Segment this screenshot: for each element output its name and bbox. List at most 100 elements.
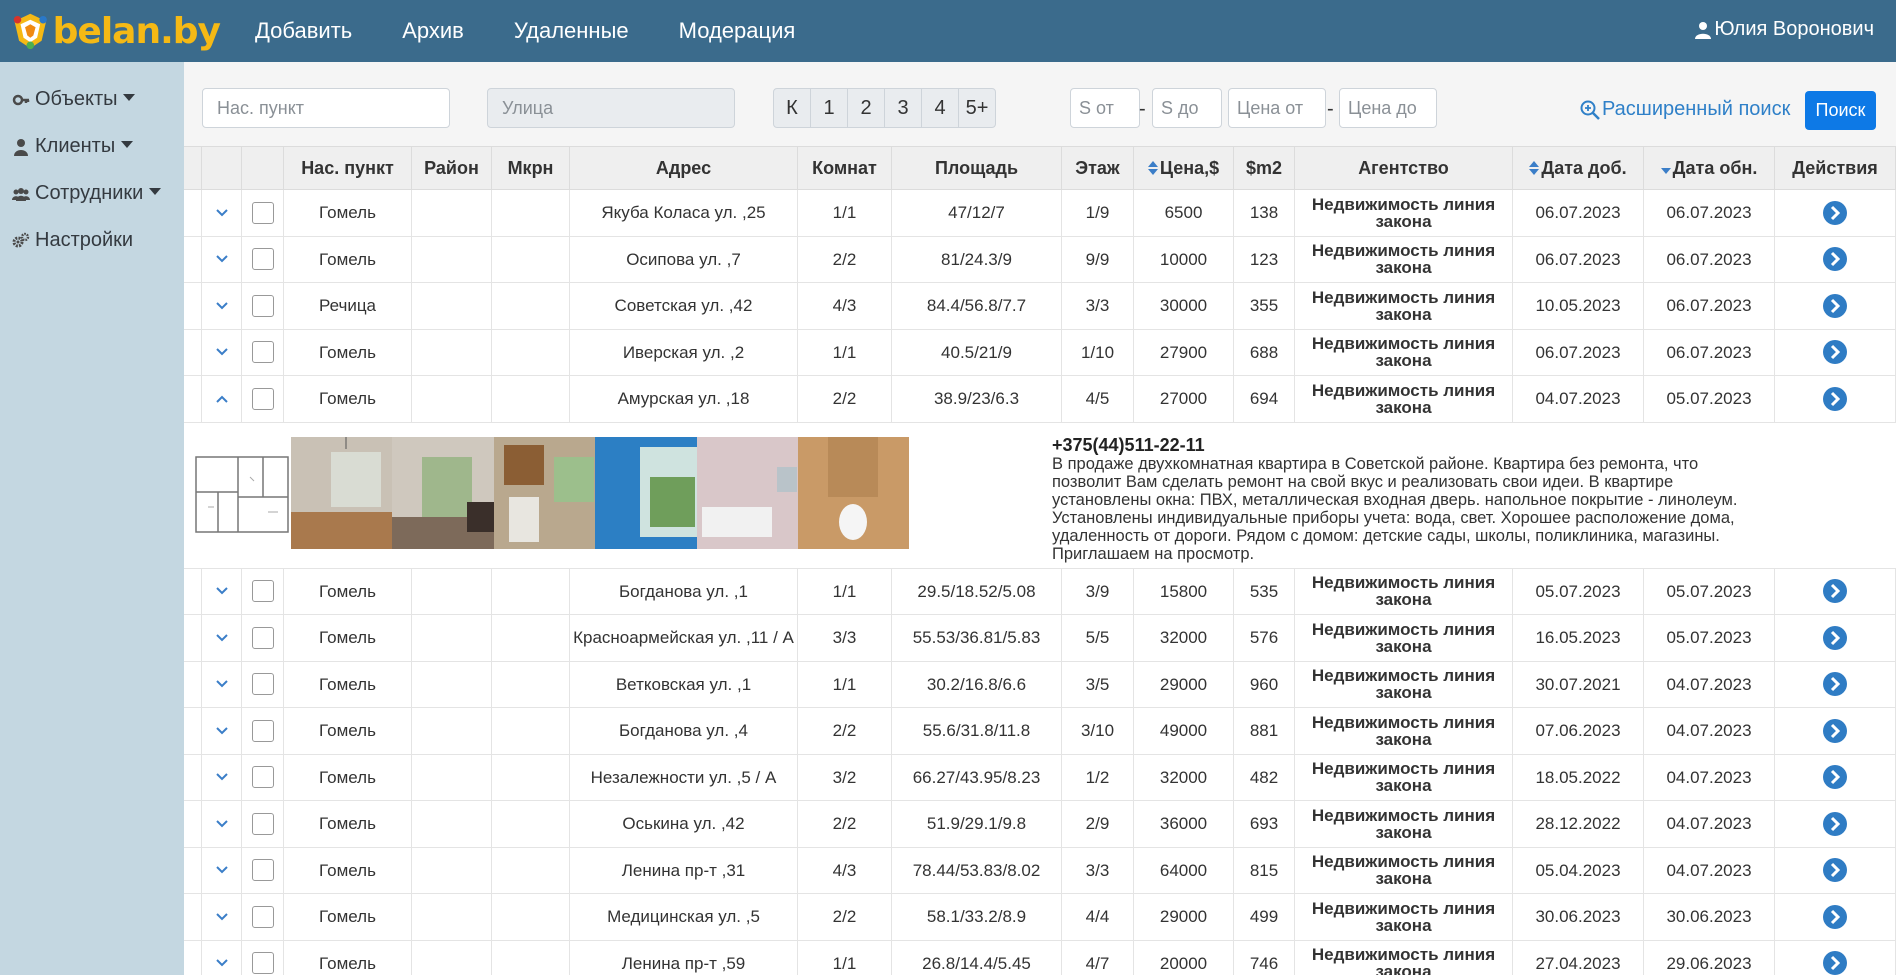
header-area[interactable]: Площадь [892,147,1062,189]
advanced-search-link[interactable]: Расширенный поиск [1580,98,1790,121]
arrow-right-circle-icon[interactable] [1822,625,1848,651]
sidebar-item-objects[interactable]: Объекты [0,76,184,123]
table-row[interactable]: Гомель Ленина пр-т ,31 4/3 78.44/53.83/8.02… [184,847,1896,894]
contact-phone[interactable]: +375(44)511-22-11 [1052,435,1752,455]
brand-logo[interactable]: belan.by [0,0,221,62]
floor-plan-image[interactable] [188,436,299,549]
bathroom-photo[interactable] [697,436,808,549]
header-district[interactable]: Район [412,147,492,189]
arrow-right-circle-icon[interactable] [1822,200,1848,226]
row-checkbox[interactable] [251,580,274,603]
row-checkbox[interactable] [251,341,274,364]
expand-toggle[interactable] [202,661,242,707]
row-checkbox[interactable] [251,626,274,649]
header-address[interactable]: Адрес [570,147,798,189]
room-photo[interactable] [392,436,503,549]
table-row[interactable]: Гомель Иверская ул. ,2 1/1 40.5/21/9 1/10 279… [184,329,1896,376]
arrow-right-circle-icon[interactable] [1822,293,1848,319]
table-row[interactable]: Гомель Якуба Коласа ул. ,25 1/1 47/12/7 1/9 6… [184,190,1896,237]
expand-toggle[interactable] [202,283,242,329]
nav-deleted[interactable]: Удаленные [514,18,629,44]
table-row[interactable]: Гомель Незалежности ул. ,5 / А 3/2 66.27/43… [184,754,1896,801]
expand-toggle[interactable] [202,801,242,847]
header-price-m2[interactable]: $m2 [1234,147,1295,189]
rooms-button-4[interactable]: 4 [921,88,959,128]
sidebar-item-employees[interactable]: Сотрудники [0,170,184,217]
row-checkbox[interactable] [251,248,274,271]
expand-toggle[interactable] [202,847,242,893]
sidebar-item-settings[interactable]: Настройки [0,217,184,264]
header-date-added[interactable]: Дата доб. [1513,147,1644,189]
nav-add[interactable]: Добавить [255,18,352,44]
expand-toggle[interactable] [202,568,242,614]
toilet-photo[interactable] [798,436,909,549]
arrow-right-circle-icon[interactable] [1822,811,1848,837]
row-checkbox[interactable] [251,766,274,789]
table-row[interactable]: Гомель Осипова ул. ,7 2/2 81/24.3/9 9/9 10000… [184,236,1896,283]
rooms-button-5plus[interactable]: 5+ [958,88,996,128]
arrow-right-circle-icon[interactable] [1822,386,1848,412]
header-rooms[interactable]: Комнат [798,147,892,189]
rooms-button-2[interactable]: 2 [847,88,885,128]
table-row[interactable]: Гомель Оськина ул. ,42 2/2 51.9/29.1/9.8 2/9… [184,801,1896,848]
user-menu[interactable]: Юлия Воронович [1695,18,1874,41]
expand-toggle[interactable] [202,940,242,975]
room-photo[interactable] [291,436,402,549]
row-checkbox[interactable] [251,294,274,317]
header-mkrn[interactable]: Мкрн [492,147,570,189]
table-row[interactable]: Гомель Медицинская ул. ,5 2/2 58.1/33.2/8.9… [184,894,1896,941]
table-row[interactable]: Гомель Ветковская ул. ,1 1/1 30.2/16.8/6.6 3… [184,661,1896,708]
expand-toggle[interactable] [202,190,242,236]
row-checkbox[interactable] [251,859,274,882]
table-row[interactable]: Речица Советская ул. ,42 4/3 84.4/56.8/7.7 3… [184,283,1896,330]
street-input[interactable]: Улица [487,88,735,128]
expand-toggle[interactable] [202,894,242,940]
table-row[interactable]: Гомель Амурская ул. ,18 2/2 38.9/23/6.3 4/5 2… [184,376,1896,423]
row-checkbox[interactable] [251,201,274,224]
city-input[interactable]: Нас. пункт [202,88,450,128]
area-from-input[interactable]: S от [1070,88,1140,128]
expand-toggle[interactable] [202,615,242,661]
arrow-right-circle-icon[interactable] [1822,857,1848,883]
sidebar-item-clients[interactable]: Клиенты [0,123,184,170]
rooms-button-k[interactable]: К [773,88,811,128]
rooms-button-1[interactable]: 1 [810,88,848,128]
expand-toggle[interactable] [202,236,242,282]
table-row[interactable]: Гомель Красноармейская ул. ,11 / А 3/3 55.5… [184,615,1896,662]
expand-toggle[interactable] [202,376,242,422]
table-row[interactable]: Гомель Богданова ул. ,1 1/1 29.5/18.52/5.08… [184,568,1896,615]
header-date-updated[interactable]: Дата обн. [1644,147,1775,189]
arrow-right-circle-icon[interactable] [1822,578,1848,604]
arrow-right-circle-icon[interactable] [1822,764,1848,790]
row-checkbox[interactable] [251,719,274,742]
row-checkbox[interactable] [251,952,274,975]
row-checkbox[interactable] [251,905,274,928]
row-checkbox[interactable] [251,812,274,835]
expand-toggle[interactable] [202,329,242,375]
table-row[interactable]: Гомель Богданова ул. ,4 2/2 55.6/31.8/11.8 3… [184,708,1896,755]
nav-archive[interactable]: Архив [402,18,464,44]
arrow-right-circle-icon[interactable] [1822,950,1848,975]
header-floor[interactable]: Этаж [1062,147,1134,189]
arrow-right-circle-icon[interactable] [1822,339,1848,365]
balcony-photo[interactable] [595,436,706,549]
row-checkbox[interactable] [251,387,274,410]
kitchen-photo[interactable] [494,436,605,549]
expand-toggle[interactable] [202,754,242,800]
expand-toggle[interactable] [202,708,242,754]
header-price[interactable]: Цена,$ [1134,147,1234,189]
price-from-input[interactable]: Цена от [1228,88,1326,128]
row-checkbox[interactable] [251,673,274,696]
header-agency[interactable]: Агентство [1295,147,1513,189]
arrow-right-circle-icon[interactable] [1822,904,1848,930]
arrow-right-circle-icon[interactable] [1822,671,1848,697]
search-button[interactable]: Поиск [1805,91,1876,130]
header-city[interactable]: Нас. пункт [284,147,412,189]
arrow-right-circle-icon[interactable] [1822,246,1848,272]
table-row[interactable]: Гомель Ленина пр-т ,59 1/1 26.8/14.4/5.45 4/… [184,940,1896,975]
rooms-button-3[interactable]: 3 [884,88,922,128]
arrow-right-circle-icon[interactable] [1822,718,1848,744]
price-to-input[interactable]: Цена до [1339,88,1437,128]
area-to-input[interactable]: S до [1152,88,1222,128]
nav-moderation[interactable]: Модерация [679,18,796,44]
